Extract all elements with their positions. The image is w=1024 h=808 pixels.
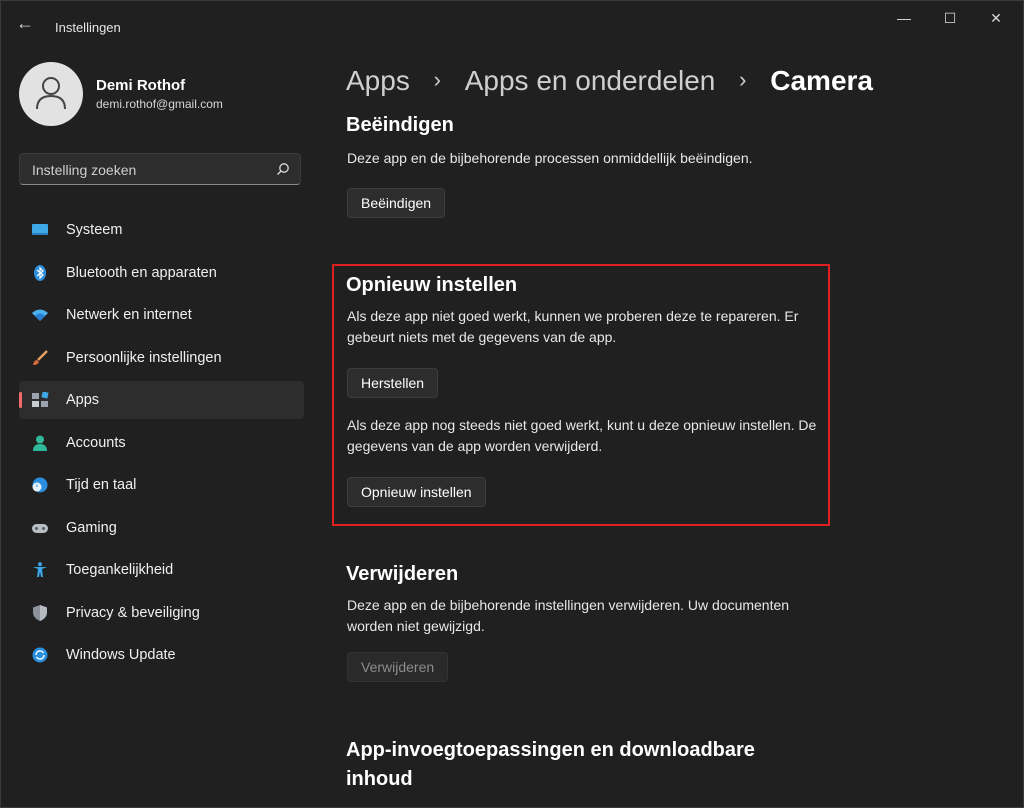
user-name: Demi Rothof	[96, 77, 186, 94]
sidebar-item-label: Tijd en taal	[66, 477, 137, 493]
search-input[interactable]	[30, 159, 264, 181]
terminate-button[interactable]: Beëindigen	[347, 188, 446, 218]
close-button[interactable]: ✕	[973, 1, 1019, 35]
sidebar-item-label: Apps	[66, 392, 100, 408]
clock-globe-icon	[32, 477, 48, 493]
gamepad-icon	[32, 523, 48, 533]
sidebar-item-label: Gaming	[66, 519, 117, 536]
reset-button[interactable]: Opnieuw instellen	[347, 477, 486, 507]
chevron-right-icon: ›	[739, 67, 747, 92]
sidebar-item-tijd[interactable]: Tijd en taal	[19, 466, 304, 504]
sidebar-item-gaming[interactable]: Gaming	[19, 509, 304, 547]
uninstall-button[interactable]: Verwijderen	[347, 652, 449, 682]
repair-description: Als deze app niet goed werkt, kunnen we …	[347, 308, 799, 345]
back-button[interactable]: ←	[13, 13, 37, 33]
search-box	[19, 153, 301, 185]
sidebar-item-label: Accounts	[66, 434, 126, 451]
sidebar-item-accounts[interactable]: Accounts	[19, 424, 304, 462]
sidebar-item-label: Toegankelijkheid	[66, 562, 174, 578]
sidebar-item-windows-update[interactable]: Windows Update	[19, 636, 304, 674]
sidebar-item-persoonlijk[interactable]: Persoonlijke instellingen	[19, 339, 304, 377]
breadcrumb-apps[interactable]: Apps	[346, 65, 410, 97]
person-icon	[33, 435, 47, 451]
uninstall-heading: Verwijderen	[346, 563, 459, 585]
sidebar-nav: Systeem Bluetooth en apparaten Netwerk e…	[19, 211, 304, 679]
brush-icon	[33, 349, 48, 365]
sidebar-item-label: Systeem	[66, 222, 123, 238]
addons-heading: App-invoegtoepassingen en downloadbare i…	[346, 739, 755, 790]
terminate-heading: Beëindigen	[346, 114, 454, 136]
minimize-button[interactable]: —	[881, 1, 927, 35]
terminate-description: Deze app en de bijbehorende processen on…	[347, 150, 753, 166]
monitor-icon	[32, 224, 48, 235]
sidebar-item-netwerk[interactable]: Netwerk en internet	[19, 296, 304, 334]
sidebar-item-toegankelijkheid[interactable]: Toegankelijkheid	[19, 551, 304, 589]
sidebar-item-label: Persoonlijke instellingen	[66, 349, 222, 366]
maximize-button[interactable]: ☐	[927, 1, 973, 35]
reset-heading: Opnieuw instellen	[346, 274, 518, 296]
wifi-icon	[32, 309, 48, 321]
chevron-right-icon: ›	[433, 67, 441, 92]
avatar[interactable]	[19, 62, 83, 126]
sidebar-item-bluetooth[interactable]: Bluetooth en apparaten	[19, 254, 304, 292]
window-title: Instellingen	[55, 20, 121, 35]
reset-description: Als deze app nog steeds niet goed werkt,…	[347, 417, 817, 454]
sidebar-item-apps[interactable]: Apps	[19, 381, 304, 419]
shield-icon	[33, 604, 47, 621]
sidebar-item-label: Privacy & beveiliging	[66, 604, 200, 621]
person-icon	[36, 77, 66, 110]
apps-icon	[32, 392, 49, 407]
title-bar: ← Instellingen — ☐ ✕	[1, 1, 1023, 41]
uninstall-description: Deze app en de bijbehorende instellingen…	[347, 597, 790, 634]
search-icon[interactable]	[276, 162, 290, 176]
user-email: demi.rothof@gmail.com	[96, 97, 223, 111]
sidebar-item-label: Netwerk en internet	[66, 307, 192, 323]
repair-button[interactable]: Herstellen	[347, 368, 439, 398]
page-title: Camera	[770, 65, 873, 96]
sidebar-item-label: Windows Update	[66, 647, 176, 663]
breadcrumb-apps-en-onderdelen[interactable]: Apps en onderdelen	[465, 65, 716, 97]
settings-window: ← Instellingen — ☐ ✕ Demi Rothof demi.ro…	[0, 0, 1024, 808]
update-icon	[32, 647, 48, 663]
sidebar-item-label: Bluetooth en apparaten	[66, 264, 217, 281]
breadcrumb: Apps › Apps en onderdelen › Camera	[346, 65, 873, 97]
sidebar-item-privacy[interactable]: Privacy & beveiliging	[19, 594, 304, 632]
accessibility-icon	[33, 562, 47, 577]
bluetooth-icon	[34, 264, 46, 281]
sidebar-item-systeem[interactable]: Systeem	[19, 211, 304, 249]
